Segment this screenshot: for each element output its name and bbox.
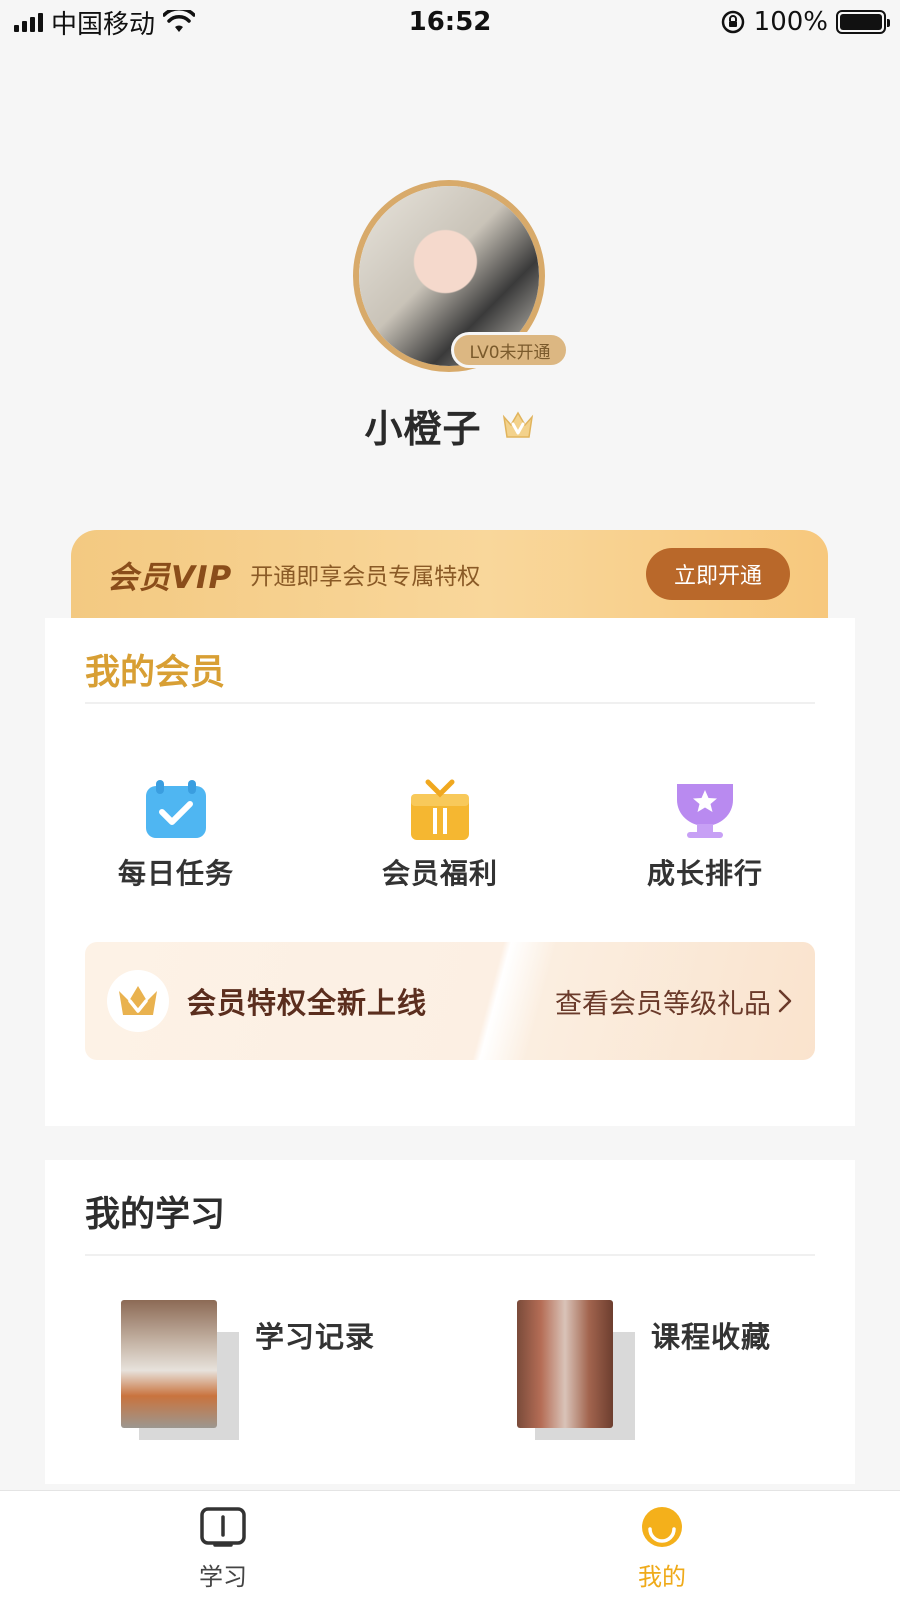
status-left: 中国移动 (14, 4, 196, 41)
vip-banner[interactable]: 会员VIP 开通即享会员专属特权 立即开通 (71, 530, 828, 618)
vip-title: 会员VIP (107, 559, 233, 596)
carrier-label: 中国移动 (51, 9, 156, 40)
status-right: 100% (720, 7, 890, 37)
learning-card: 我的学习 学习记录 课程收藏 (45, 1160, 855, 1484)
username-row: 小橙子 (0, 395, 900, 455)
vip-crown-icon (502, 411, 533, 438)
username: 小橙子 (364, 406, 482, 451)
tab-mine[interactable]: 我的 (602, 1505, 722, 1597)
calendar-check-icon (146, 780, 206, 838)
feature-label: 成长排行 (646, 857, 763, 890)
trophy-icon (677, 784, 733, 838)
privilege-title: 会员特权全新上线 (187, 986, 428, 1020)
membership-title: 我的会员 (85, 653, 226, 693)
smile-icon (642, 1507, 682, 1547)
tab-label: 我的 (638, 1563, 686, 1591)
study-records-thumbnail (121, 1300, 239, 1440)
feature-label: 每日任务 (117, 857, 234, 890)
book-icon (200, 1507, 246, 1547)
course-cover-image (121, 1300, 217, 1428)
wifi-icon (163, 10, 196, 32)
feature-label: 会员福利 (381, 857, 498, 890)
battery-fill (840, 14, 882, 30)
view-gifts-link[interactable]: 查看会员等级礼品 (555, 982, 793, 1021)
status-bar: 中国移动 16:52 100% (0, 0, 900, 44)
study-records-item[interactable]: 学习记录 (121, 1300, 375, 1440)
signal-icon (14, 12, 43, 32)
course-cover-image (517, 1300, 613, 1428)
course-favorites-thumbnail (517, 1300, 635, 1440)
tab-label: 学习 (199, 1563, 247, 1591)
course-favorites-label: 课程收藏 (651, 1320, 772, 1354)
level-badge: LV0未开通 (451, 332, 569, 368)
membership-features: 每日任务 会员福利 成长排行 (45, 778, 855, 898)
privilege-banner[interactable]: 会员特权全新上线 查看会员等级礼品 (85, 942, 815, 1060)
orientation-lock-icon (721, 10, 744, 34)
learning-divider (85, 1254, 815, 1256)
feature-daily-tasks[interactable]: 每日任务 (91, 778, 261, 898)
chevron-right-icon (778, 989, 792, 1013)
membership-divider (85, 702, 815, 704)
course-favorites-item[interactable]: 课程收藏 (517, 1300, 771, 1440)
privilege-crown-badge (107, 970, 169, 1032)
feature-growth-ranking[interactable]: 成长排行 (620, 778, 790, 898)
battery-icon (836, 10, 890, 34)
vip-description: 开通即享会员专属特权 (250, 564, 481, 590)
study-records-label: 学习记录 (255, 1320, 376, 1354)
battery-percent: 100% (753, 7, 828, 37)
crown-icon (119, 986, 157, 1015)
view-gifts-label: 查看会员等级礼品 (555, 988, 771, 1020)
open-vip-button[interactable]: 立即开通 (646, 548, 790, 600)
learning-title: 我的学习 (85, 1195, 226, 1235)
tab-bar: 学习 我的 (0, 1490, 900, 1600)
feature-member-benefits[interactable]: 会员福利 (355, 778, 525, 898)
membership-card: 我的会员 每日任务 会员福利 成长排行 会员特权全新上线 查看会员等级礼品 (45, 618, 855, 1126)
gift-icon (411, 779, 469, 840)
avatar[interactable]: LV0未开通 (353, 180, 569, 372)
tab-learn[interactable]: 学习 (163, 1505, 283, 1597)
learning-items: 学习记录 课程收藏 (45, 1300, 855, 1450)
